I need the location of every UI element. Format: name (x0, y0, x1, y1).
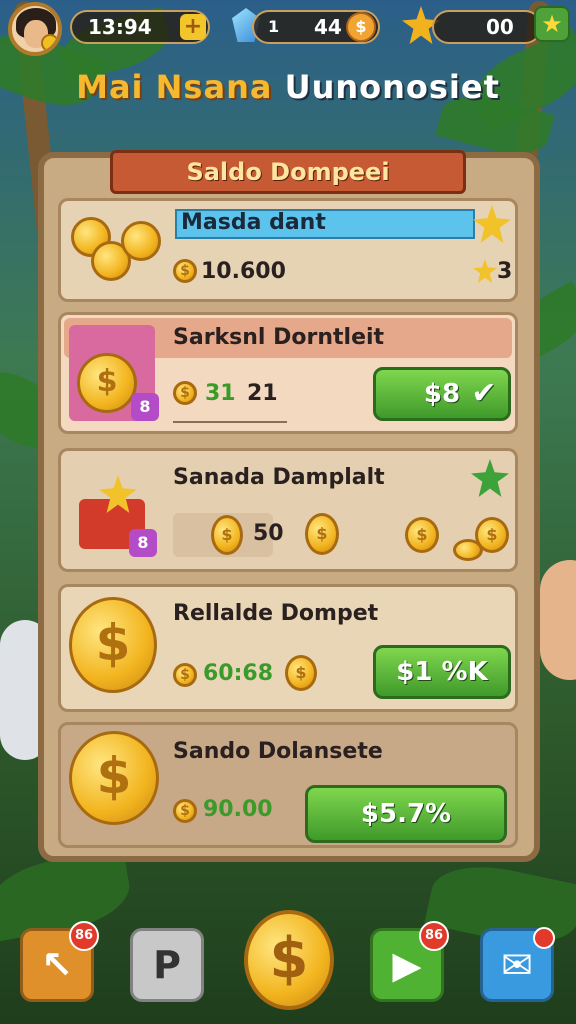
title-part2: Uunonosiet (284, 68, 500, 106)
star-icon (473, 205, 511, 243)
panel-banner: Saldo Dompeei (110, 150, 466, 194)
gem-index: 1 (268, 17, 280, 36)
card-5-amount: 90.00 (203, 797, 273, 822)
card-2-amount-secondary: 21 (247, 381, 278, 406)
play-icon: ▶ (392, 943, 422, 987)
card-2-name: Sarksnl Dorntleit (173, 325, 385, 350)
coin-stack-icon (121, 221, 161, 261)
add-level-button[interactable]: + (180, 14, 206, 40)
buy-button-5-label: $5.7% (360, 799, 452, 829)
notification-dot (533, 927, 555, 949)
nav-mail-button[interactable]: ✉ (480, 927, 555, 1002)
coin-icon[interactable]: $ (346, 12, 376, 42)
nav-shop-coin-button[interactable]: $ (244, 910, 334, 1010)
big-coin-icon: $ (69, 597, 157, 693)
arrow-up-icon: ↖ (41, 943, 73, 987)
buy-button-5[interactable]: $5.7% (305, 785, 507, 843)
buy-button-4-label: $1 %K (396, 657, 488, 687)
coin-icon: $ (305, 513, 339, 555)
coin-icon: $ (405, 517, 439, 553)
card-5-name: Sando Dolansete (173, 739, 383, 764)
level-value: 13:94 (88, 15, 152, 39)
player-avatar[interactable] (8, 2, 62, 56)
buy-button-4[interactable]: $1 %K (373, 645, 511, 699)
wallet-card-5[interactable]: $ Sando Dolansete $ 90.00 $5.7% (58, 722, 518, 848)
title-part1: Mai Nsana (76, 68, 273, 106)
nav-profile-button[interactable]: P (130, 928, 204, 1002)
dice-icon: 8 (129, 529, 157, 557)
card-4-amount: 60:68 (203, 661, 274, 686)
coin-icon: $ (173, 259, 197, 283)
wallet-card-1[interactable]: Masda dant $ 10.600 3 (58, 198, 518, 302)
wallet-card-3[interactable]: 8 Sanada Damplalt $ 50 $ $ $ (58, 448, 518, 572)
check-icon: ✔ (471, 376, 497, 411)
star-icon (473, 259, 497, 283)
coin-icon: $ (173, 381, 197, 405)
top-bar: 13:94 + 1 44 $ 00 ★ (0, 0, 576, 60)
coin-icon: $ (285, 655, 317, 691)
wallet-card-2[interactable]: $ 8 Sarksnl Dorntleit $ 31 21 $8 ✔ (58, 312, 518, 434)
coin-icon: $ (475, 517, 509, 553)
stars-value: 00 (486, 15, 514, 39)
dice-icon: 8 (131, 393, 159, 421)
wallet-card-4[interactable]: $ Rellalde Dompet $ 60:68 $ $1 %K (58, 584, 518, 712)
gems-value: 44 (314, 15, 342, 39)
mail-icon: ✉ (501, 943, 533, 987)
card-1-name: Masda dant (181, 210, 326, 235)
achievements-button[interactable]: ★ (534, 6, 570, 42)
coin-icon: $ (173, 663, 197, 687)
card-1-star-count: 3 (497, 259, 513, 284)
coin-icon: $ (173, 799, 197, 823)
p-icon: P (153, 943, 181, 987)
card-3-name: Sanada Damplalt (173, 465, 385, 490)
gems-pill: 1 44 $ (252, 10, 380, 44)
divider (173, 421, 287, 423)
nav-badge-2: 86 (419, 921, 449, 951)
card-1-amount: 10.600 (201, 259, 286, 284)
game-title: Mai Nsana Uunonosiet (0, 68, 576, 106)
coin-icon: $ (211, 515, 243, 555)
big-coin-icon: $ (69, 731, 159, 825)
buy-button-2[interactable]: $8 ✔ (373, 367, 511, 421)
stars-pill: 00 (432, 10, 542, 44)
green-star-icon (471, 459, 509, 497)
buy-button-2-label: $8 (423, 379, 461, 409)
level-pill: 13:94 + (70, 10, 210, 44)
nav-badge-1: 86 (69, 921, 99, 951)
nav-play-button[interactable]: ▶ 86 (370, 921, 449, 1002)
nav-home-button[interactable]: ↖ 86 (20, 921, 99, 1002)
card-3-amount: 50 (253, 521, 284, 546)
card-2-amount: 31 (205, 381, 236, 406)
card-4-name: Rellalde Dompet (173, 601, 379, 626)
coin-stack-icon: $ (77, 353, 137, 413)
